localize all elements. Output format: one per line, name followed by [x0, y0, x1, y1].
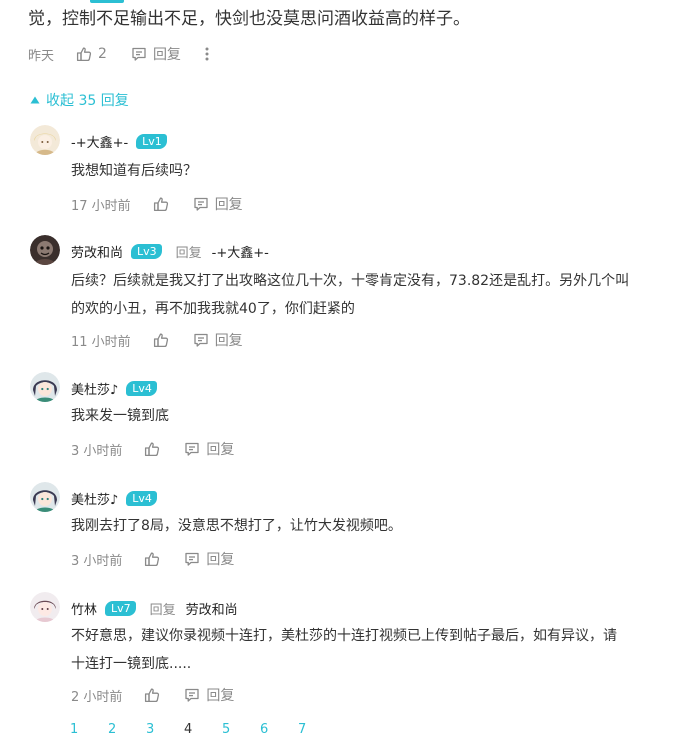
like-button[interactable] — [144, 441, 160, 457]
reply-text-line: 我想知道有后续吗？ — [71, 163, 197, 179]
reply-text-line: 十连打一镜到底..... — [71, 656, 192, 672]
reply-text-line: 我刚去打了8局，没意思不想打了，让竹大发视频吧。 — [71, 518, 402, 534]
like-button[interactable] — [153, 196, 169, 212]
pagination: 1 2 3 4 5 6 7 — [70, 722, 336, 737]
parent-comment-time: 昨天 — [28, 48, 55, 64]
reply-actions: 17 小时前 回复 — [71, 194, 267, 214]
thumbs-up-icon — [144, 441, 160, 457]
level-badge: Lv3 — [131, 244, 162, 259]
active-tab-indicator — [90, 0, 124, 3]
thumbs-up-icon — [144, 687, 160, 703]
reply-text-line: 不好意思，建议你录视频十连打，美杜莎的十连打视频已上传到帖子最后，如有异议，请 — [71, 628, 617, 644]
like-button[interactable] — [144, 687, 160, 703]
thumbs-up-icon — [76, 46, 92, 62]
page-link[interactable]: 6 — [260, 722, 298, 737]
current-page: 4 — [184, 722, 193, 737]
comment-icon — [184, 551, 200, 567]
page-link[interactable]: 1 — [70, 722, 108, 737]
page-link[interactable]: 5 — [222, 722, 260, 737]
reply-header: -+大鑫+- Lv1 — [71, 132, 167, 151]
reply-button[interactable]: 回复 — [193, 194, 243, 214]
parent-comment-text: 觉，控制不足输出不足，快剑也没莫思问酒收益高的样子。 — [28, 9, 470, 29]
thumbs-up-icon — [144, 551, 160, 567]
comment-icon — [193, 196, 209, 212]
username[interactable]: 美杜莎♪ — [71, 379, 118, 398]
reply-header: 劳改和尚 Lv3 回复 -+大鑫+- — [71, 242, 269, 261]
reply-text-line: 我来发一镜到底 — [71, 408, 169, 424]
reply-target-username[interactable]: -+大鑫+- — [212, 242, 269, 261]
reply-header: 美杜莎♪ Lv4 — [71, 489, 157, 508]
reply-target-username[interactable]: 劳改和尚 — [186, 599, 238, 618]
reply-label: 回复 — [206, 688, 235, 704]
reply-word: 回复 — [175, 246, 202, 261]
reply-label: 回复 — [214, 197, 243, 213]
like-button[interactable]: 2 — [76, 46, 107, 62]
reply-text: 我来发一镜到底 — [71, 402, 169, 430]
reply-time: 2 小时前 — [71, 689, 123, 705]
avatar[interactable] — [30, 482, 60, 512]
avatar[interactable] — [30, 235, 60, 265]
level-badge: Lv4 — [126, 491, 157, 506]
avatar[interactable] — [30, 125, 60, 155]
reply-actions: 3 小时前 回复 — [71, 549, 258, 569]
reply-actions: 3 小时前 回复 — [71, 439, 258, 459]
reply-button[interactable]: 回复 — [131, 44, 181, 64]
comment-icon — [193, 332, 209, 348]
reply-label: 回复 — [206, 552, 235, 568]
reply-text: 我刚去打了8局，没意思不想打了，让竹大发视频吧。 — [71, 512, 402, 540]
level-badge: Lv7 — [105, 601, 136, 616]
collapse-replies-label: 收起 35 回复 — [46, 93, 129, 109]
reply-button[interactable]: 回复 — [193, 330, 243, 350]
reply-text-line: 的欢的小丑，再不加我我就40了，你们赶紧的 — [71, 301, 355, 317]
reply-time: 11 小时前 — [71, 334, 131, 350]
page-link[interactable]: 2 — [108, 722, 146, 737]
reply-label: 回复 — [214, 333, 243, 349]
like-button[interactable] — [144, 551, 160, 567]
reply-time: 3 小时前 — [71, 553, 123, 569]
comment-icon — [131, 46, 147, 62]
username[interactable]: 美杜莎♪ — [71, 489, 118, 508]
parent-comment-actions: 昨天 2 回复 — [28, 44, 209, 64]
reply-text: 后续？后续就是我又打了出攻略这位几十次，十零肯定没有，73.82还是乱打。另外几… — [71, 267, 629, 323]
reply-label: 回复 — [152, 47, 181, 63]
level-badge: Lv1 — [136, 134, 167, 149]
username[interactable]: -+大鑫+- — [71, 132, 128, 151]
username[interactable]: 竹林 — [71, 599, 97, 618]
reply-time: 17 小时前 — [71, 198, 131, 214]
page-link[interactable]: 7 — [298, 722, 336, 737]
reply-actions: 2 小时前 回复 — [71, 685, 258, 705]
avatar[interactable] — [30, 592, 60, 622]
like-count: 2 — [98, 46, 107, 62]
reply-button[interactable]: 回复 — [184, 685, 234, 705]
page-link[interactable]: 3 — [146, 722, 184, 737]
thumbs-up-icon — [153, 332, 169, 348]
reply-text: 不好意思，建议你录视频十连打，美杜莎的十连打视频已上传到帖子最后，如有异议，请 … — [71, 622, 617, 678]
level-badge: Lv4 — [126, 381, 157, 396]
more-vertical-icon — [205, 47, 209, 61]
reply-header: 竹林 Lv7 回复 劳改和尚 — [71, 599, 238, 618]
thumbs-up-icon — [153, 196, 169, 212]
reply-word: 回复 — [149, 603, 176, 618]
reply-button[interactable]: 回复 — [184, 439, 234, 459]
reply-label: 回复 — [206, 442, 235, 458]
reply-time: 3 小时前 — [71, 443, 123, 459]
reply-header: 美杜莎♪ Lv4 — [71, 379, 157, 398]
username[interactable]: 劳改和尚 — [71, 242, 123, 261]
triangle-up-icon — [30, 96, 40, 104]
more-options-button[interactable] — [205, 47, 209, 61]
reply-text-line: 后续？后续就是我又打了出攻略这位几十次，十零肯定没有，73.82还是乱打。另外几… — [71, 273, 630, 289]
comment-icon — [184, 441, 200, 457]
reply-button[interactable]: 回复 — [184, 549, 234, 569]
like-button[interactable] — [153, 332, 169, 348]
comment-icon — [184, 687, 200, 703]
avatar[interactable] — [30, 372, 60, 402]
collapse-replies-button[interactable]: 收起 35 回复 — [30, 90, 129, 110]
reply-actions: 11 小时前 回复 — [71, 330, 267, 350]
reply-text: 我想知道有后续吗？ — [71, 157, 197, 185]
